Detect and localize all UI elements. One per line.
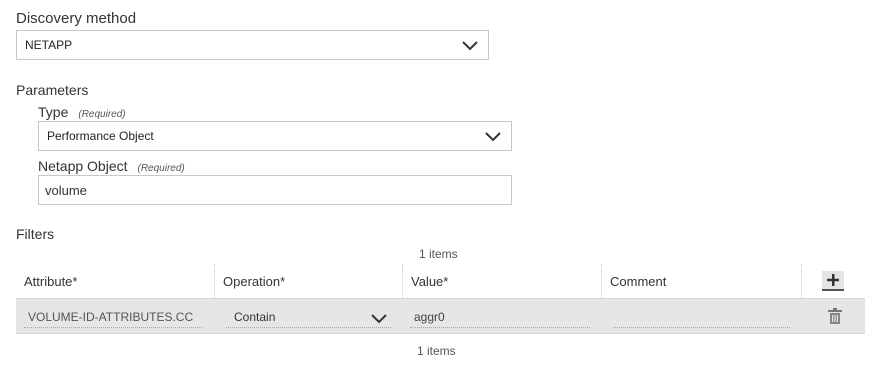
attribute-input[interactable]: VOLUME-ID-ATTRIBUTES.CC (24, 306, 202, 328)
table-row: VOLUME-ID-ATTRIBUTES.CC Contain aggr0 (16, 298, 865, 334)
netapp-object-label-row: Netapp Object (Required) (38, 158, 185, 174)
chevron-down-icon (371, 314, 387, 324)
netapp-object-input[interactable]: volume (38, 175, 512, 205)
netapp-object-required-note: (Required) (137, 163, 185, 174)
chevron-down-icon (485, 132, 501, 142)
column-header-attribute: Attribute* (24, 273, 78, 289)
column-divider (801, 264, 802, 298)
type-required-note: (Required) (78, 109, 126, 120)
column-header-operation: Operation* (223, 273, 286, 289)
netapp-object-value: volume (45, 182, 87, 198)
items-count-top: 1 items (419, 247, 458, 261)
parameters-label: Parameters (16, 82, 89, 98)
add-filter-button[interactable] (822, 271, 844, 291)
filters-table-header: Attribute* Operation* Value* Comment (16, 264, 865, 298)
items-count-bottom: 1 items (417, 344, 456, 358)
column-header-value: Value* (411, 273, 449, 289)
type-label: Type (38, 104, 69, 120)
operation-value: Contain (234, 309, 276, 324)
trash-icon[interactable] (828, 308, 842, 324)
operation-select[interactable]: Contain (226, 306, 391, 328)
netapp-object-label: Netapp Object (38, 158, 128, 174)
discovery-method-select[interactable]: NETAPP (16, 30, 489, 60)
type-label-row: Type (Required) (38, 104, 126, 120)
chevron-down-icon (462, 41, 478, 51)
type-select-value: Performance Object (47, 129, 154, 143)
discovery-method-value: NETAPP (25, 38, 73, 52)
discovery-method-label: Discovery method (16, 10, 137, 27)
plus-icon (827, 274, 839, 286)
value-input[interactable]: aggr0 (410, 306, 590, 328)
filters-label: Filters (16, 226, 55, 242)
type-select[interactable]: Performance Object (38, 121, 512, 151)
comment-input[interactable] (613, 306, 790, 328)
column-header-comment: Comment (610, 273, 667, 289)
